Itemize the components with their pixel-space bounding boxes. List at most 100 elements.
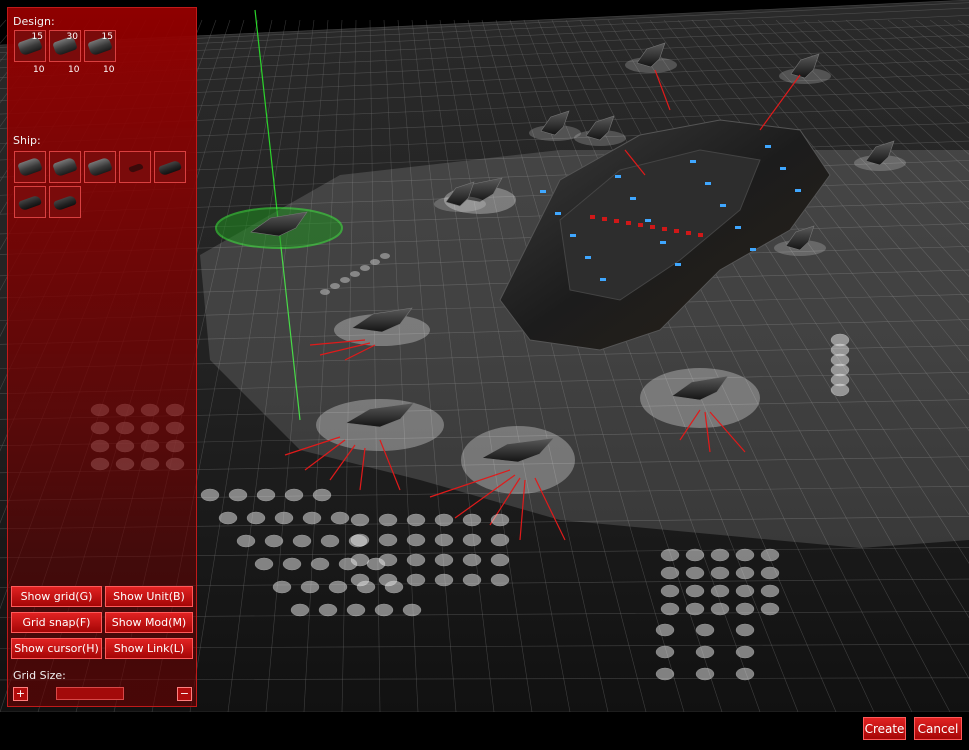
formation-marker: [228, 488, 248, 502]
formation-marker: [735, 602, 755, 616]
ship-slot-4[interactable]: [119, 151, 151, 183]
formation-marker: [655, 645, 675, 659]
formation-marker: [284, 488, 304, 502]
formation-marker: [320, 534, 340, 548]
formation-marker: [490, 553, 510, 567]
formation-marker: [710, 584, 730, 598]
formation-marker: [685, 548, 705, 562]
formation-marker: [378, 553, 398, 567]
ship-slot-3[interactable]: [84, 151, 116, 183]
engine-light: [780, 167, 786, 170]
formation-marker: [272, 580, 292, 594]
formation-marker: [735, 548, 755, 562]
ship-thumbnail: [17, 156, 43, 178]
formation-marker: [274, 511, 294, 525]
ship-thumbnail: [52, 156, 78, 178]
formation-marker: [655, 623, 675, 637]
design-slot-3-bottom: 10: [103, 65, 115, 75]
grid-size-decrease-button[interactable]: −: [177, 687, 192, 701]
formation-marker: [350, 271, 360, 277]
formation-marker: [760, 548, 780, 562]
create-button[interactable]: Create: [863, 717, 906, 740]
formation-marker: [254, 557, 274, 571]
formation-marker: [264, 534, 284, 548]
formation-marker: [735, 667, 755, 681]
hull-light: [686, 231, 691, 235]
design-slot-2[interactable]: 30: [49, 30, 81, 62]
formation-marker: [655, 667, 675, 681]
ship-slot-5[interactable]: [154, 151, 186, 183]
formation-marker: [660, 584, 680, 598]
editor-panel: Design: 15 30 15 10 10 10 Ship: Show gri…: [7, 7, 197, 707]
design-label: Design:: [13, 15, 55, 28]
design-slot-3[interactable]: 15: [84, 30, 116, 62]
engine-light: [705, 182, 711, 185]
ship-label: Ship:: [13, 134, 41, 147]
ship-slot-1[interactable]: [14, 151, 46, 183]
formation-marker: [462, 553, 482, 567]
formation-marker: [830, 383, 850, 397]
formation-marker: [302, 511, 322, 525]
show-mod-button[interactable]: Show Mod(M): [105, 612, 193, 633]
formation-marker: [695, 623, 715, 637]
show-link-button[interactable]: Show Link(L): [105, 638, 193, 659]
hull-light: [590, 215, 595, 219]
hull-light: [698, 233, 703, 237]
formation-marker: [710, 548, 730, 562]
formation-marker: [350, 533, 370, 547]
engine-light: [645, 219, 651, 222]
design-slot-1[interactable]: 15: [14, 30, 46, 62]
formation-marker: [660, 566, 680, 580]
formation-marker: [695, 667, 715, 681]
formation-marker: [735, 584, 755, 598]
formation-marker: [350, 553, 370, 567]
formation-marker: [320, 289, 330, 295]
grid-snap-button[interactable]: Grid snap(F): [11, 612, 102, 633]
formation-marker: [360, 265, 370, 271]
engine-light: [630, 197, 636, 200]
show-grid-button[interactable]: Show grid(G): [11, 586, 102, 607]
ship-slot-7[interactable]: [49, 186, 81, 218]
formation-marker: [378, 533, 398, 547]
formation-marker: [374, 603, 394, 617]
ship-thumbnail: [52, 194, 78, 212]
formation-marker: [370, 259, 380, 265]
engine-light: [750, 248, 756, 251]
ship-slot-6[interactable]: [14, 186, 46, 218]
engine-light: [585, 256, 591, 259]
formation-marker: [462, 573, 482, 587]
design-slot-2-top: 30: [66, 32, 78, 42]
design-slot-2-bottom: 10: [68, 65, 80, 75]
formation-marker: [490, 533, 510, 547]
engine-light: [765, 145, 771, 148]
formation-marker: [380, 253, 390, 259]
engine-light: [600, 278, 606, 281]
engine-light: [555, 212, 561, 215]
show-cursor-button[interactable]: Show cursor(H): [11, 638, 102, 659]
engine-light: [570, 234, 576, 237]
formation-marker: [310, 557, 330, 571]
formation-marker: [760, 584, 780, 598]
formation-marker: [735, 645, 755, 659]
engine-light: [720, 204, 726, 207]
formation-marker: [318, 603, 338, 617]
formation-marker: [350, 513, 370, 527]
ship-slot-2[interactable]: [49, 151, 81, 183]
grid-size-label: Grid Size:: [13, 669, 66, 682]
grid-size-increase-button[interactable]: +: [13, 687, 28, 701]
formation-marker: [246, 511, 266, 525]
engine-light: [795, 189, 801, 192]
engine-light: [735, 226, 741, 229]
hull-light: [638, 223, 643, 227]
ship-thumbnail: [87, 156, 113, 178]
cancel-button[interactable]: Cancel: [914, 717, 962, 740]
hull-light: [650, 225, 655, 229]
formation-marker: [402, 603, 422, 617]
formation-marker: [312, 488, 332, 502]
show-unit-button[interactable]: Show Unit(B): [105, 586, 193, 607]
grid-size-slider[interactable]: [56, 687, 124, 700]
hull-light: [662, 227, 667, 231]
formation-marker: [710, 566, 730, 580]
formation-marker: [256, 488, 276, 502]
formation-marker: [346, 603, 366, 617]
